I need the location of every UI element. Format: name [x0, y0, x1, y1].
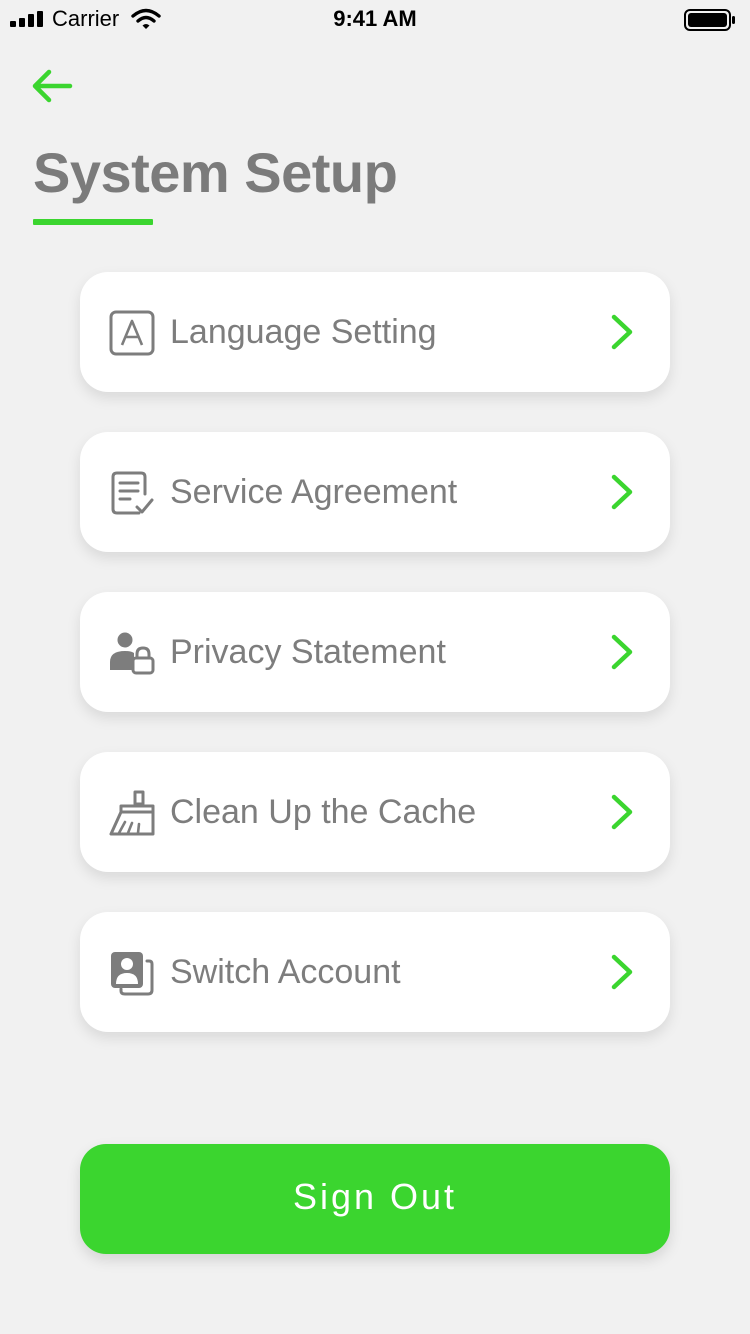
menu-item-clean-cache[interactable]: Clean Up the Cache [80, 752, 670, 872]
status-bar: Carrier 9:41 AM [0, 0, 750, 40]
menu-item-label: Switch Account [170, 953, 401, 991]
chevron-right-icon [611, 314, 633, 350]
broom-icon [108, 789, 156, 837]
sign-out-button[interactable]: Sign Out [80, 1144, 670, 1254]
menu-item-service-agreement[interactable]: Service Agreement [80, 432, 670, 552]
chevron-right-icon [611, 794, 633, 830]
user-lock-icon [108, 629, 156, 677]
document-check-icon [108, 469, 156, 517]
language-icon [108, 309, 156, 357]
page-title: System Setup [33, 141, 398, 204]
settings-menu: Language Setting Service Agreement Priva… [80, 272, 670, 1072]
chevron-right-icon [611, 474, 633, 510]
battery-icon [684, 9, 735, 31]
menu-item-label: Language Setting [170, 313, 437, 351]
menu-item-privacy-statement[interactable]: Privacy Statement [80, 592, 670, 712]
menu-item-label: Service Agreement [170, 473, 458, 511]
chevron-right-icon [611, 954, 633, 990]
chevron-right-icon [611, 634, 633, 670]
title-underline [33, 219, 153, 225]
menu-item-language-setting[interactable]: Language Setting [80, 272, 670, 392]
arrow-left-icon [32, 69, 73, 103]
account-switch-icon [108, 949, 156, 997]
menu-item-label: Privacy Statement [170, 633, 446, 671]
status-time: 9:41 AM [333, 6, 417, 31]
menu-item-switch-account[interactable]: Switch Account [80, 912, 670, 1032]
back-button[interactable] [28, 64, 76, 108]
menu-item-label: Clean Up the Cache [170, 793, 477, 831]
